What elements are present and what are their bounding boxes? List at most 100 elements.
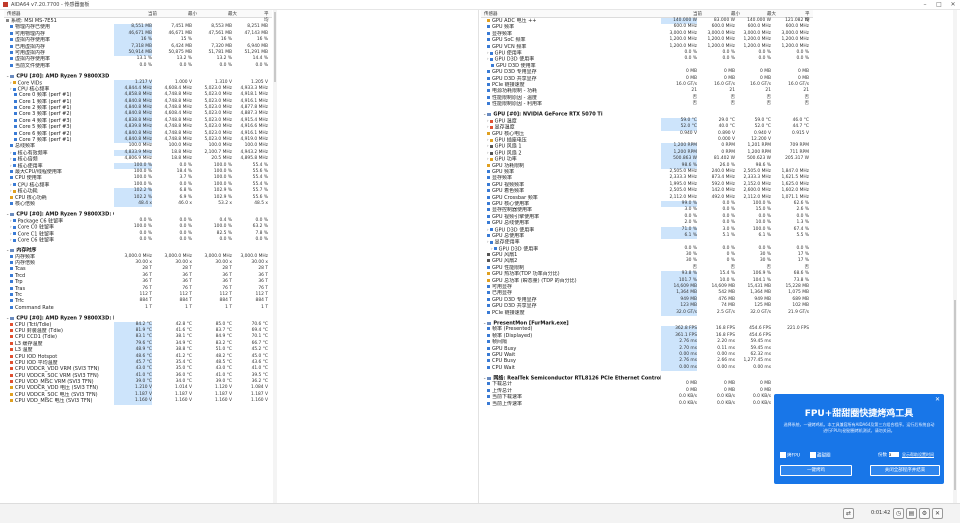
right-scrollbar[interactable]	[953, 10, 957, 503]
count-input[interactable]	[889, 452, 899, 457]
sensor-type-icon	[487, 233, 490, 237]
close-sensor-icon[interactable]: ✕	[932, 508, 943, 519]
sensor-type-icon	[10, 261, 13, 265]
sensor-name: GPU 总使用率	[492, 232, 525, 239]
header-min[interactable]: 最小	[188, 11, 197, 17]
sensor-name: Core 2 频率 (perf #1)	[19, 105, 72, 112]
sensor-name: 已用显存	[492, 290, 513, 297]
sensor-list: 系统: MSI MS-7E51 物理内存已使用 8,551 MB 7,451 MB 8,…	[4, 18, 272, 405]
sensor-name: GPU Busy	[492, 345, 517, 352]
header-min[interactable]: 最小	[731, 11, 740, 17]
header-sensor[interactable]: 传感器	[7, 11, 21, 17]
save-icon[interactable]: ▤	[906, 508, 917, 519]
timer-icon[interactable]: ◷	[893, 508, 904, 519]
sensor-type-icon	[14, 118, 17, 122]
sensor-name: 已用虚拟内存	[15, 43, 46, 50]
sensor-type-icon	[489, 151, 493, 155]
fpu-label: 烤FPU	[787, 453, 801, 459]
sensor-type-icon	[12, 183, 16, 187]
sensor-type-icon	[10, 50, 13, 54]
sensor-type-icon	[12, 219, 16, 223]
start-stress-button[interactable]: 一键烤鸡	[780, 465, 852, 476]
sensor-name: 帧率 (Presented)	[492, 326, 533, 333]
sensor-name: 内存频率	[15, 253, 36, 260]
minimize-button[interactable]: –	[918, 0, 932, 9]
sensor-name: CPU Busy	[492, 358, 516, 365]
sensor-name: CPU 核心功耗	[15, 194, 47, 201]
sensor-name: GPU 性能限制	[492, 264, 525, 271]
sensor-type-icon	[10, 267, 13, 271]
header-max[interactable]: 最大	[228, 11, 237, 17]
current-value: 0.0 KB/s	[678, 400, 697, 406]
sensor-type-icon	[487, 195, 490, 199]
sensor-type-icon	[489, 145, 493, 149]
sensor-name: 显存频率	[492, 175, 513, 182]
sensor-name: 显存频率	[492, 30, 513, 37]
sensor-row[interactable]: 当前上传速率 0.0 KB/s 0.0 KB/s 0.0 KB/s	[481, 401, 813, 407]
sensor-name: 性能限制原因 - 利用率	[492, 101, 542, 108]
sensor-type-icon	[487, 253, 490, 257]
stop-all-button[interactable]: 关闭全部程序并结束	[870, 465, 940, 476]
sensor-name: CPU VDDCR_VDD 电压 (SVI3 TFN)	[15, 385, 99, 392]
sensor-type-icon	[10, 335, 13, 339]
stress-tool-popup: ✕ FPU+甜甜圈快捷烤鸡工具 选择系统，一键烤鸡机。本工具兼容所有AIDA64…	[774, 394, 944, 484]
popup-close-icon[interactable]: ✕	[935, 396, 940, 403]
sensor-type-icon	[14, 131, 17, 135]
sensor-type-icon	[493, 247, 497, 251]
avg-value: 1.160 V	[251, 398, 268, 404]
sensor-type-icon	[12, 189, 16, 193]
sensor-type-icon	[10, 322, 13, 326]
sensor-name: 帧间隔	[492, 339, 508, 346]
help-link[interactable]: 显示帮助设置时间	[902, 452, 934, 458]
chip-icon	[10, 248, 15, 252]
sensor-name: Core 5 频率 (perf #3)	[19, 124, 72, 131]
sensor-name: CPU VDDCR_VDD VRM (SVI3 TFN)	[15, 366, 100, 373]
sensor-type-icon	[489, 228, 493, 232]
sensor-name: 当前文件使用率	[15, 62, 51, 69]
sensor-name: GPU 频率	[492, 168, 515, 175]
sensor-name: CPU Wait	[492, 364, 515, 371]
fpu-checkbox[interactable]: 烤FPU	[780, 452, 800, 459]
sensor-name: GPU 总线使用率	[492, 220, 530, 227]
popup-title: FPU+甜甜圈快捷烤鸡工具	[804, 409, 914, 419]
sensor-type-icon	[487, 401, 490, 405]
sensor-name: CPU VDD_MISC VRM (SVI3 TFN)	[15, 379, 94, 386]
sensor-name: GPU D3D 使用率	[496, 62, 536, 69]
min-value: 0.0 KB/s	[716, 400, 735, 406]
sensor-name: 电源功耗限制 - 功耗	[492, 88, 537, 95]
network-icon[interactable]: ⇄	[843, 508, 854, 519]
donut-label: 甜甜圈	[817, 453, 831, 459]
sensor-type-icon	[10, 195, 13, 199]
close-window-button[interactable]: ✕	[946, 0, 960, 9]
sensor-name: GPU D3D 专用显存	[492, 69, 537, 76]
sensor-name: 可用虚拟内存	[15, 49, 46, 56]
header-current[interactable]: 当前	[693, 11, 702, 17]
sensor-row[interactable]: CPU VDD_MISC 电压 (SVI3 TFN) 1.160 V 1.160 V…	[4, 398, 272, 405]
sensor-panel-left: 传感器 当前 最小 最大 平均 系统: MSI MS-7E51 物理内存已使用 8,551 …	[4, 10, 272, 503]
sensor-name: 内存倍频	[15, 260, 36, 267]
sensor-type-icon	[487, 265, 490, 269]
header-current[interactable]: 当前	[148, 11, 157, 17]
sensor-type-icon	[10, 373, 13, 377]
maximize-button[interactable]: □	[932, 0, 946, 9]
sensor-type-icon	[10, 399, 13, 403]
settings-icon[interactable]: ⚙	[919, 508, 930, 519]
donut-checkbox[interactable]: 甜甜圈	[810, 452, 831, 459]
sensor-name: Core 0 频率 (perf #1)	[19, 92, 72, 99]
sensor-name: GPU SoC 频率	[492, 37, 526, 44]
header-max[interactable]: 最大	[767, 11, 776, 17]
checkbox-icon	[810, 452, 816, 458]
min-value: 1.160 V	[175, 398, 192, 404]
sensor-name: L3 温度	[15, 347, 33, 354]
sensor-type-icon	[10, 367, 13, 371]
left-scrollbar[interactable]	[273, 10, 277, 503]
sensor-type-icon	[487, 95, 490, 99]
sensor-label: CPU VDD_MISC 电压 (SVI3 TFN)	[10, 398, 114, 404]
sensor-name: GPU 频率	[492, 24, 515, 31]
sensor-name: Command Rate	[15, 304, 54, 311]
sensor-type-icon	[14, 112, 17, 116]
header-sensor[interactable]: 传感器	[484, 11, 498, 17]
sensor-name: GPU 视频频率	[492, 181, 525, 188]
sensor-name: GPU 热功率(TDP 功率百分比)	[492, 271, 560, 278]
sensor-name: GPU ADC 电压 ++	[492, 18, 537, 24]
